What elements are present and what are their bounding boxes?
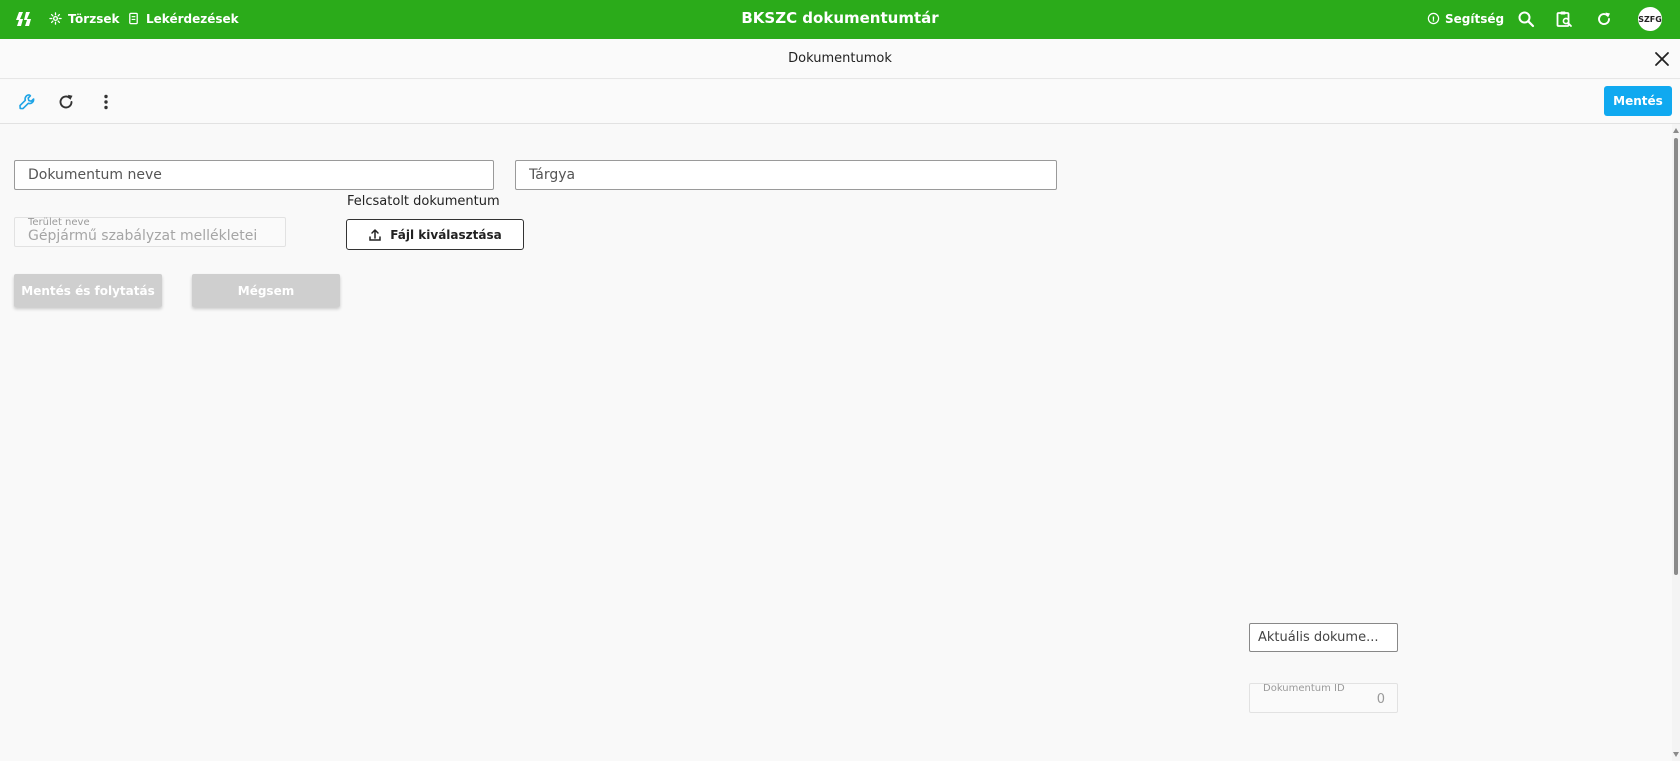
nav-lekerdezesek[interactable]: Lekérdezések xyxy=(127,0,239,37)
refresh-icon xyxy=(59,94,73,109)
help-label: Segítség xyxy=(1445,11,1505,26)
search-icon xyxy=(1518,11,1535,28)
file-select-label: Fájl kiválasztása xyxy=(390,227,502,242)
clipboard-search-button[interactable] xyxy=(1553,8,1575,30)
wrench-icon xyxy=(19,94,35,110)
save-continue-button[interactable]: Mentés és folytatás xyxy=(14,274,162,307)
scroll-up-arrow-icon[interactable] xyxy=(1673,128,1679,133)
cancel-button[interactable]: Mégsem xyxy=(192,274,340,307)
document-id-label: Dokumentum ID xyxy=(1263,683,1345,694)
more-vert-icon xyxy=(104,94,108,110)
scrollbar-thumb[interactable] xyxy=(1674,138,1678,575)
file-select-button[interactable]: Fájl kiválasztása xyxy=(346,219,524,250)
subject-field[interactable] xyxy=(515,160,1057,190)
help-icon: ! xyxy=(1427,12,1440,25)
nav-torzsek[interactable]: Törzsek xyxy=(49,0,119,37)
attached-document-label: Felcsatolt dokumentum xyxy=(347,194,500,209)
app-logo-icon[interactable] xyxy=(14,9,34,29)
nav-lekerdezesek-label: Lekérdezések xyxy=(146,11,239,26)
document-name-input[interactable] xyxy=(15,161,493,189)
page-header: Dokumentumok xyxy=(0,39,1680,79)
subject-input[interactable] xyxy=(516,161,1056,189)
area-name-value: Gépjármű szabályzat mellékletei xyxy=(28,228,258,244)
gear-icon xyxy=(49,12,62,25)
scroll-down-arrow-icon[interactable] xyxy=(1673,752,1679,757)
upload-icon xyxy=(369,228,382,241)
clipboard-search-icon xyxy=(1556,11,1572,27)
nav-torzsek-label: Törzsek xyxy=(68,11,120,26)
document-id-value: 0 xyxy=(1376,692,1385,707)
page-title: Dokumentumok xyxy=(788,51,892,66)
toolbar: Mentés xyxy=(0,80,1680,124)
refresh-button-top[interactable] xyxy=(1593,8,1615,30)
refresh-icon xyxy=(1598,12,1610,25)
search-button[interactable] xyxy=(1515,8,1537,30)
current-document-button[interactable]: Aktuális dokume... xyxy=(1249,623,1398,652)
help-button[interactable]: ! Segítség xyxy=(1427,0,1504,37)
document-icon xyxy=(129,12,138,25)
settings-button[interactable] xyxy=(15,90,39,114)
refresh-button[interactable] xyxy=(54,90,78,114)
area-name-field: Terület neve Gépjármű szabályzat mellékl… xyxy=(14,217,286,247)
close-icon[interactable] xyxy=(1652,49,1672,69)
document-id-field: Dokumentum ID 0 xyxy=(1249,683,1398,713)
document-name-field[interactable] xyxy=(14,160,494,190)
save-button[interactable]: Mentés xyxy=(1604,86,1672,116)
svg-text:!: ! xyxy=(1432,14,1435,23)
area-name-label: Terület neve xyxy=(28,217,90,228)
top-bar: Törzsek Lekérdezések BKSZC dokumentumtár… xyxy=(0,0,1680,39)
more-options-button[interactable] xyxy=(94,90,118,114)
user-avatar[interactable]: SZFG xyxy=(1638,7,1662,31)
